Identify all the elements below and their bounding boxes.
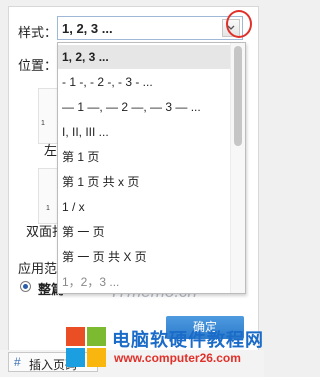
dropdown-option[interactable]: - 1 -, - 2 -, - 3 - ... bbox=[58, 70, 230, 94]
dropdown-option[interactable]: 1, 2, 3 ... bbox=[58, 45, 230, 69]
hash-icon: # bbox=[14, 355, 21, 369]
page-number-mark: 1 bbox=[46, 205, 50, 212]
dropdown-option[interactable]: 1 / x bbox=[58, 195, 230, 219]
dropdown-option[interactable]: 第 1 页 bbox=[58, 145, 230, 169]
style-select[interactable]: 1, 2, 3 ... bbox=[57, 16, 243, 40]
style-select-value: 1, 2, 3 ... bbox=[62, 21, 113, 36]
dropdown-scrollbar[interactable] bbox=[230, 43, 245, 293]
scrollbar-thumb[interactable] bbox=[234, 46, 242, 146]
page-number-mark: 1 bbox=[41, 120, 45, 127]
position-label: 位置： bbox=[18, 58, 58, 73]
logo-title: 电脑软硬件教程网 bbox=[112, 330, 264, 350]
radio-whole-document[interactable] bbox=[20, 281, 31, 292]
style-dropdown-list: 1, 2, 3 ... - 1 -, - 2 -, - 3 - ... — 1 … bbox=[57, 42, 246, 294]
dropdown-option[interactable]: 1，2，3 ... bbox=[58, 270, 230, 293]
windows-logo-icon bbox=[66, 327, 106, 367]
dropdown-option[interactable]: 第 1 页 共 x 页 bbox=[58, 170, 230, 194]
dropdown-option[interactable]: 第 一 页 共 X 页 bbox=[58, 245, 230, 269]
highlight-ring bbox=[226, 10, 252, 38]
dropdown-option[interactable]: I, II, III ... bbox=[58, 120, 230, 144]
logo-url: www.computer26.com bbox=[114, 351, 241, 365]
style-label: 样式： bbox=[18, 25, 58, 40]
dropdown-option[interactable]: 第 一 页 bbox=[58, 220, 230, 244]
apply-to-label: 应用范 bbox=[18, 261, 58, 276]
dropdown-option[interactable]: — 1 —, — 2 —, — 3 — ... bbox=[58, 95, 230, 119]
position-caption-left: 左 bbox=[44, 143, 58, 158]
